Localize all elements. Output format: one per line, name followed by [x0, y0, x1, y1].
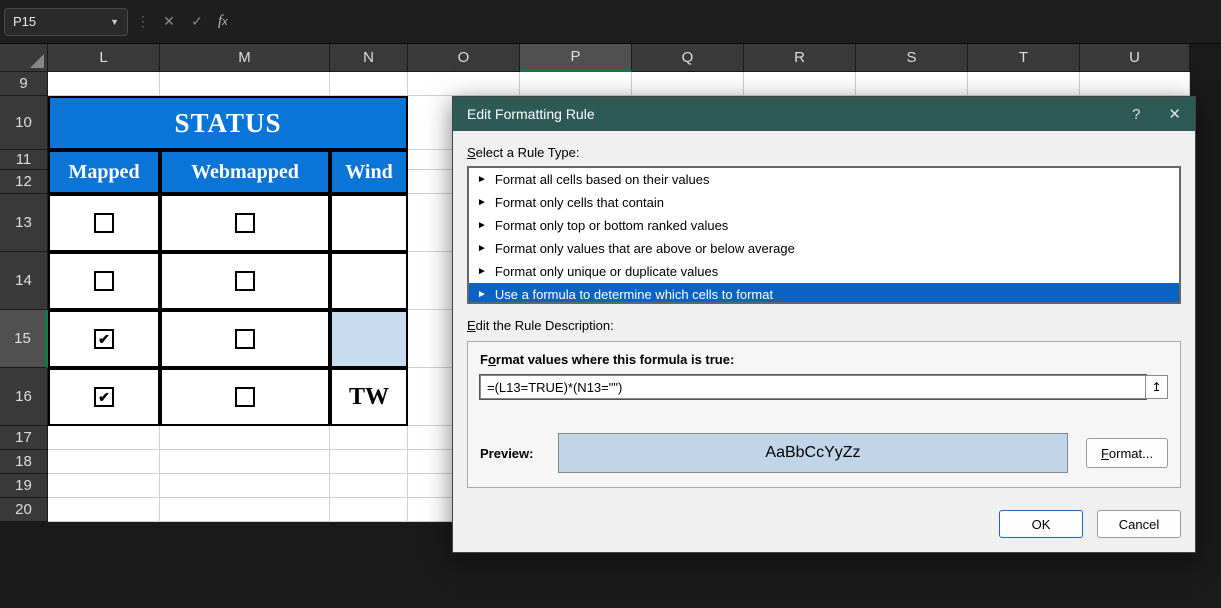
- cell[interactable]: [330, 72, 408, 96]
- rule-type-item[interactable]: ►Format all cells based on their values: [469, 168, 1179, 191]
- range-selector-icon[interactable]: ↥: [1146, 375, 1168, 399]
- status-title: STATUS: [48, 96, 408, 150]
- row-header[interactable]: 19: [0, 474, 48, 498]
- rule-description-box: Format values where this formula is true…: [467, 341, 1181, 488]
- row-header[interactable]: 16: [0, 368, 48, 426]
- cell[interactable]: [330, 498, 408, 522]
- cell[interactable]: [330, 450, 408, 474]
- column-header[interactable]: Q: [632, 44, 744, 72]
- cell[interactable]: [160, 498, 330, 522]
- formula-input[interactable]: [480, 375, 1146, 399]
- cell[interactable]: [520, 72, 632, 96]
- cell[interactable]: [48, 72, 160, 96]
- format-button[interactable]: Format...: [1086, 438, 1168, 468]
- column-header[interactable]: L: [48, 44, 160, 72]
- rule-type-item[interactable]: ►Use a formula to determine which cells …: [469, 283, 1179, 304]
- rule-type-list[interactable]: ►Format all cells based on their values►…: [467, 166, 1181, 304]
- row-header[interactable]: 10: [0, 96, 48, 150]
- column-header[interactable]: M: [160, 44, 330, 72]
- row-header[interactable]: 13: [0, 194, 48, 252]
- cell[interactable]: [744, 72, 856, 96]
- cell[interactable]: [330, 474, 408, 498]
- cell[interactable]: [160, 72, 330, 96]
- wind-cell[interactable]: [330, 252, 408, 310]
- status-header-mapped: Mapped: [48, 150, 160, 194]
- cell[interactable]: [160, 474, 330, 498]
- formula-criteria-label: Format values where this formula is true…: [480, 352, 1168, 367]
- row-header[interactable]: 15: [0, 310, 48, 368]
- preview-label: Preview:: [480, 446, 540, 461]
- cell[interactable]: [330, 426, 408, 450]
- status-header-webmapped: Webmapped: [160, 150, 330, 194]
- mapped-checkbox[interactable]: [48, 194, 160, 252]
- column-header[interactable]: N: [330, 44, 408, 72]
- format-preview: AaBbCcYyZz: [558, 433, 1068, 473]
- arrow-icon: ►: [477, 243, 487, 254]
- column-header[interactable]: U: [1080, 44, 1190, 72]
- cell[interactable]: [48, 474, 160, 498]
- row-header[interactable]: 12: [0, 170, 48, 194]
- cancel-button[interactable]: Cancel: [1097, 510, 1181, 538]
- row-header[interactable]: 20: [0, 498, 48, 522]
- row-header[interactable]: 9: [0, 72, 48, 96]
- select-all-corner[interactable]: [0, 44, 48, 72]
- column-header[interactable]: T: [968, 44, 1080, 72]
- cell[interactable]: [160, 426, 330, 450]
- mapped-checkbox[interactable]: ✔: [48, 368, 160, 426]
- ok-button[interactable]: OK: [999, 510, 1083, 538]
- arrow-icon: ►: [477, 289, 487, 300]
- cell[interactable]: [48, 498, 160, 522]
- column-header[interactable]: S: [856, 44, 968, 72]
- separator-icon: ⋮: [136, 13, 150, 30]
- cell[interactable]: [48, 450, 160, 474]
- formula-bar: P15 ▼ ⋮ ✕ ✓ fx: [0, 0, 1221, 44]
- rule-type-item[interactable]: ►Format only values that are above or be…: [469, 237, 1179, 260]
- rule-type-item[interactable]: ►Format only unique or duplicate values: [469, 260, 1179, 283]
- mapped-checkbox[interactable]: ✔: [48, 310, 160, 368]
- cell[interactable]: [408, 72, 520, 96]
- column-header[interactable]: O: [408, 44, 520, 72]
- close-icon[interactable]: ✕: [1168, 105, 1181, 123]
- help-icon[interactable]: ?: [1132, 106, 1140, 123]
- column-header[interactable]: P: [520, 44, 632, 72]
- rule-type-item[interactable]: ►Format only cells that contain: [469, 191, 1179, 214]
- cell[interactable]: [160, 450, 330, 474]
- mapped-checkbox[interactable]: [48, 252, 160, 310]
- chevron-down-icon: ▼: [110, 17, 119, 27]
- arrow-icon: ►: [477, 174, 487, 185]
- wind-cell[interactable]: [330, 310, 408, 368]
- edit-formatting-rule-dialog: Edit Formatting Rule ? ✕ Select a Rule T…: [452, 96, 1196, 553]
- row-header[interactable]: 11: [0, 150, 48, 170]
- status-header-wind: Wind: [330, 150, 408, 194]
- column-header[interactable]: R: [744, 44, 856, 72]
- row-header[interactable]: 14: [0, 252, 48, 310]
- name-box-value: P15: [13, 14, 36, 29]
- cell[interactable]: [632, 72, 744, 96]
- arrow-icon: ►: [477, 220, 487, 231]
- webmapped-checkbox[interactable]: [160, 194, 330, 252]
- arrow-icon: ►: [477, 266, 487, 277]
- select-rule-type-label: Select a Rule Type:: [467, 145, 1181, 160]
- name-box[interactable]: P15 ▼: [4, 8, 128, 36]
- wind-cell[interactable]: TW: [330, 368, 408, 426]
- rule-type-item[interactable]: ►Format only top or bottom ranked values: [469, 214, 1179, 237]
- row-header[interactable]: 18: [0, 450, 48, 474]
- fx-icon[interactable]: fx: [218, 13, 228, 30]
- row-header[interactable]: 17: [0, 426, 48, 450]
- dialog-titlebar: Edit Formatting Rule ? ✕: [453, 97, 1195, 131]
- edit-rule-description-label: Edit the Rule Description:: [467, 318, 1181, 333]
- accept-formula-icon[interactable]: ✓: [186, 11, 208, 33]
- cell[interactable]: [1080, 72, 1190, 96]
- wind-cell[interactable]: [330, 194, 408, 252]
- dialog-title: Edit Formatting Rule: [467, 106, 595, 122]
- cancel-formula-icon[interactable]: ✕: [158, 11, 180, 33]
- arrow-icon: ►: [477, 197, 487, 208]
- cell[interactable]: [856, 72, 968, 96]
- cell[interactable]: [968, 72, 1080, 96]
- webmapped-checkbox[interactable]: [160, 368, 330, 426]
- webmapped-checkbox[interactable]: [160, 252, 330, 310]
- cell[interactable]: [48, 426, 160, 450]
- webmapped-checkbox[interactable]: [160, 310, 330, 368]
